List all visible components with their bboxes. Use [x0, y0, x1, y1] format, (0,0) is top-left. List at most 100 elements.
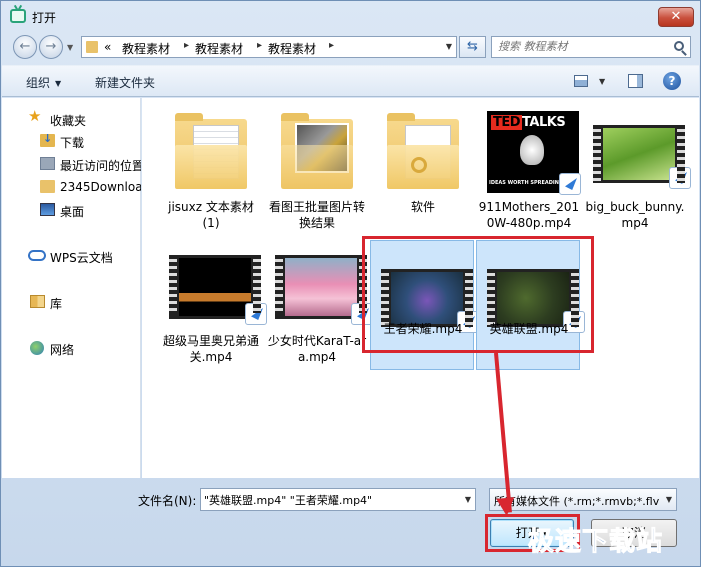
- film-strip-icon: [381, 269, 479, 333]
- new-folder-button[interactable]: 新建文件夹: [95, 74, 155, 91]
- file-name: 软件: [410, 200, 435, 214]
- annotation-arrow-head: [496, 497, 516, 517]
- film-strip-icon: [593, 125, 691, 189]
- sidebar-item-favorites[interactable]: ★ 收藏夹: [2, 108, 141, 130]
- back-button[interactable]: ←: [13, 35, 37, 59]
- refresh-button[interactable]: ⇆: [459, 36, 486, 58]
- file-tile[interactable]: jisuxz 文本素材 (1): [158, 102, 262, 230]
- lightbulb-icon: [520, 135, 544, 165]
- ted-tagline: IDEAS WORTH SPREADING: [489, 180, 564, 186]
- folder-icon: [40, 180, 55, 193]
- star-icon: ★: [28, 108, 42, 125]
- chevron-right-icon[interactable]: ▸: [329, 40, 334, 51]
- sidebar-item-recent-places[interactable]: 最近访问的位置: [2, 153, 141, 175]
- view-options-icon[interactable]: [574, 75, 588, 87]
- sidebar-item-downloads[interactable]: 下载: [2, 130, 141, 152]
- folder-icon: [387, 113, 459, 189]
- sidebar-item-label: 库: [50, 297, 63, 311]
- sidebar-item-label: 2345Downloads: [60, 180, 141, 194]
- file-type-select[interactable]: 所有媒体文件 (*.rm;*.rmvb;*.flv ▼: [489, 488, 677, 511]
- file-tile-selected[interactable]: 英雄联盟.mp4: [476, 240, 585, 370]
- help-icon[interactable]: ?: [663, 72, 681, 90]
- folder-download-icon: [40, 132, 55, 147]
- film-strip-icon: [169, 255, 267, 325]
- file-tile[interactable]: big_buck_bunny.mp4: [582, 102, 691, 230]
- sidebar-item-label: 最近访问的位置: [60, 159, 141, 173]
- organize-label: 组织: [26, 76, 51, 90]
- filename-label: 文件名(N):: [138, 494, 197, 508]
- filename-field[interactable]: [204, 493, 454, 506]
- recent-pages-dropdown-icon[interactable]: ▼: [67, 43, 73, 52]
- search-icon[interactable]: [674, 41, 684, 51]
- breadcrumb-item-2[interactable]: 教程素材: [195, 40, 243, 57]
- chevron-down-icon: ▼: [55, 79, 62, 88]
- forward-button[interactable]: →: [39, 35, 63, 59]
- folder-icon: [86, 41, 98, 53]
- preview-pane-icon[interactable]: [628, 74, 643, 88]
- library-icon: [30, 295, 45, 308]
- sidebar-item-desktop[interactable]: 桌面: [2, 199, 141, 221]
- command-toolbar: 组织 ▼ 新建文件夹 ▼ ?: [2, 65, 699, 97]
- file-name: 超级马里奥兄弟通关.mp4: [162, 334, 259, 364]
- chevron-right-icon[interactable]: ▸: [257, 40, 262, 51]
- recent-places-icon: [40, 157, 55, 170]
- film-strip-icon: [275, 255, 373, 325]
- file-tile-selected[interactable]: 王者荣耀.mp4: [370, 240, 479, 370]
- ted-logo: TED TALKS: [491, 115, 566, 130]
- breadcrumb-item-1[interactable]: 教程素材: [122, 40, 170, 57]
- video-thumbnail: [169, 245, 267, 327]
- file-name: 少女时代KaraT-ara.mp4: [267, 334, 367, 364]
- title-bar: 打开 ✕: [1, 1, 700, 31]
- sidebar-item-label: 桌面: [60, 205, 85, 219]
- folder-icon: [281, 113, 353, 189]
- address-dropdown-icon[interactable]: ▼: [446, 42, 452, 51]
- video-thumbnail: TED TALKS IDEAS WORTH SPREADING: [487, 111, 581, 195]
- sidebar-item-2345downloads[interactable]: 2345Downloads: [2, 176, 141, 198]
- network-icon: [30, 341, 44, 355]
- film-strip-icon: [487, 269, 585, 333]
- app-icon: [10, 9, 26, 23]
- file-tile[interactable]: 看图王批量图片转换结果: [264, 102, 368, 230]
- chevron-right-icon[interactable]: ▸: [184, 40, 189, 51]
- ted-talks-thumbnail: TED TALKS IDEAS WORTH SPREADING: [487, 111, 581, 195]
- sidebar-item-network[interactable]: 网络: [2, 337, 141, 359]
- file-tile[interactable]: 软件: [370, 102, 474, 220]
- address-bar[interactable]: « 教程素材 ▸ 教程素材 ▸ 教程素材 ▸ ▼: [81, 36, 457, 58]
- video-thumbnail: [275, 245, 373, 327]
- open-file-dialog: 打开 ✕ ← → ▼ « 教程素材 ▸ 教程素材 ▸ 教程素材 ▸ ▼ ⇆ 组织…: [0, 0, 701, 567]
- search-box[interactable]: [491, 36, 691, 58]
- file-name: 英雄联盟.mp4: [489, 322, 569, 336]
- navigation-bar: ← → ▼ « 教程素材 ▸ 教程素材 ▸ 教程素材 ▸ ▼ ⇆: [1, 31, 700, 63]
- view-dropdown-icon[interactable]: ▼: [599, 77, 605, 86]
- chevron-down-icon[interactable]: ▼: [465, 495, 471, 504]
- breadcrumb-overflow[interactable]: «: [104, 40, 111, 54]
- breadcrumb-item-3[interactable]: 教程素材: [268, 40, 316, 57]
- file-tile[interactable]: 超级马里奥兄弟通关.mp4: [158, 236, 267, 364]
- video-thumbnail: [593, 111, 691, 193]
- chevron-down-icon[interactable]: ▼: [666, 495, 672, 504]
- organize-button[interactable]: 组织 ▼: [26, 74, 61, 91]
- sidebar-item-label: WPS云文档: [50, 251, 113, 265]
- watermark: 极速下载站: [527, 527, 664, 558]
- cloud-icon: [28, 250, 46, 261]
- player-badge-icon: [559, 173, 581, 195]
- folder-thumbnail: [275, 111, 359, 193]
- filename-combobox[interactable]: ▼: [200, 488, 476, 511]
- folder-icon: [175, 113, 247, 189]
- desktop-icon: [40, 203, 55, 216]
- file-name: big_buck_bunny.mp4: [585, 200, 685, 230]
- close-button[interactable]: ✕: [658, 7, 694, 27]
- sidebar-item-libraries[interactable]: 库: [2, 291, 141, 313]
- file-name: 911Mothers_2010W-480p.mp4: [478, 200, 580, 230]
- file-list: jisuxz 文本素材 (1) 看图王批量图片转换结果 软件 TED TALKS …: [142, 98, 699, 478]
- file-type-value: 所有媒体文件 (*.rm;*.rmvb;*.flv: [494, 495, 659, 508]
- sidebar-item-label: 收藏夹: [50, 114, 87, 128]
- file-tile[interactable]: TED TALKS IDEAS WORTH SPREADING 911Mother…: [476, 102, 581, 230]
- file-tile[interactable]: 少女时代KaraT-ara.mp4: [264, 236, 373, 364]
- player-badge-icon: [669, 167, 691, 189]
- search-input[interactable]: [498, 40, 668, 53]
- folder-thumbnail: [169, 111, 253, 193]
- file-name: 王者荣耀.mp4: [383, 322, 463, 336]
- navigation-pane: ★ 收藏夹 下载 最近访问的位置 2345Downloads 桌面 WPS云文档…: [2, 98, 141, 478]
- sidebar-item-wps-cloud[interactable]: WPS云文档: [2, 245, 141, 267]
